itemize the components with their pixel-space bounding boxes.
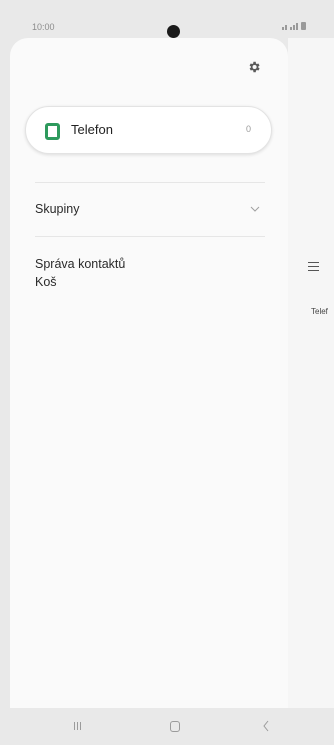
front-camera [167,25,180,38]
system-navigation-bar [0,708,334,745]
wifi-icon [282,25,287,30]
menu-item-trash[interactable]: Koš [35,275,57,289]
signal-icon [290,23,298,30]
recents-icon[interactable] [74,722,81,730]
account-name: Telefon [71,122,113,137]
status-time: 10:00 [32,22,55,32]
divider [35,236,265,237]
phone-screen: 10:00 Telef Telefon 0 Skupiny Správa kon… [0,0,334,745]
hamburger-icon[interactable] [308,262,319,274]
chevron-down-icon[interactable] [250,206,260,212]
account-count: 0 [246,124,252,134]
back-icon[interactable] [262,720,270,732]
navigation-drawer: Telefon 0 Skupiny Správa kontaktů Koš [10,38,288,735]
menu-item-groups[interactable]: Skupiny [35,202,79,216]
background-title: Telef [311,307,328,316]
status-icons [282,22,306,30]
gear-icon[interactable] [247,60,261,74]
menu-item-contact-management[interactable]: Správa kontaktů [35,257,125,271]
home-icon[interactable] [170,721,180,732]
divider [35,182,265,183]
contacts-background-screen [288,38,334,708]
phone-app-icon [45,123,60,140]
battery-icon [301,22,306,30]
status-bar: 10:00 [0,0,334,38]
account-card-telefon[interactable]: Telefon 0 [25,106,272,154]
